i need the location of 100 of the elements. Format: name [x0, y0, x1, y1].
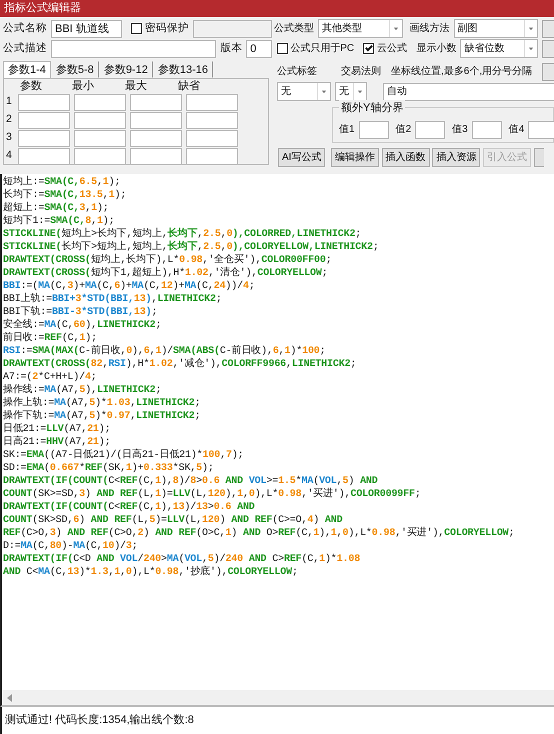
code-line: BBI下轨:=BBI-3*STD(BBI,13);: [3, 306, 158, 318]
description-field[interactable]: [51, 40, 216, 58]
row-number: 1: [6, 94, 13, 110]
param-input[interactable]: [130, 130, 182, 146]
param-input[interactable]: [186, 94, 238, 110]
param-input[interactable]: [74, 94, 126, 110]
code-line: BBI:=(MA(C,3)+MA(C,6)+MA(C,12)+MA(C,24))/4;: [3, 280, 255, 292]
param-input[interactable]: [130, 148, 182, 164]
checkbox-label: 云公式: [377, 42, 408, 56]
value-field[interactable]: [472, 120, 502, 138]
checkbox[interactable]: [363, 43, 374, 54]
side-button[interactable]: [542, 20, 554, 38]
code-line: DRAWTEXT(IF(COUNT(C<REF(C,1),13)/13>0.6 AND: [3, 501, 255, 514]
param-input[interactable]: [186, 112, 238, 128]
code-line: SK:=EMA((A7-日低21)/(日高21-日低21)*100,7);: [3, 449, 244, 462]
side-button[interactable]: [542, 40, 554, 58]
code-line: SD:=EMA(0.667*REF(SK,1)+0.333*SK,5);: [3, 462, 214, 475]
toolbar-button[interactable]: 编辑操作: [331, 148, 380, 167]
field-label: 交易法则: [341, 64, 382, 79]
column-header: 缺省: [178, 80, 200, 93]
param-input[interactable]: [74, 130, 126, 146]
field-label: 值3: [452, 123, 468, 137]
value-field[interactable]: [528, 120, 554, 138]
row-number: 3: [6, 130, 13, 146]
window-title: 指标公式编辑器: [0, 0, 554, 17]
code-line: RSI:=SMA(MAX(C-前日收,0),6,1)/SMA(ABS(C-前日收),6,1)*100;: [3, 345, 326, 358]
side-button[interactable]: [542, 62, 554, 80]
version-field[interactable]: 0: [246, 40, 272, 58]
code-line: 操作上轨:=MA(A7,5)*1.03,LINETHICK2;: [3, 397, 200, 410]
field-label: 公式描述: [3, 40, 47, 56]
column-header: 参数: [20, 80, 42, 93]
param-input[interactable]: [18, 148, 70, 164]
code-line: 日低21:=LLV(A7,21);: [3, 423, 110, 436]
field-label: 值2: [396, 123, 412, 137]
code-line: COUNT(SK>SD,6) AND REF(L,5)=LLV(L,120) AND REF(C>=O,4) AND: [3, 514, 342, 527]
field-label: 坐标线位置,最多6个,用分号分隔: [391, 64, 532, 79]
param-input[interactable]: [130, 94, 182, 110]
param-input[interactable]: [130, 112, 182, 128]
code-line: BBI上轨:=BBI+3*STD(BBI,13),LINETHICK2;: [3, 293, 222, 306]
value-field[interactable]: [415, 120, 446, 138]
checkbox[interactable]: [131, 23, 142, 34]
code-line: A7:=(2*C+H+L)/4;: [3, 371, 97, 384]
param-input[interactable]: [74, 148, 126, 164]
param-tab[interactable]: 参数1-4: [3, 61, 51, 78]
code-line: 短均下1:=SMA(C,8,1);: [3, 215, 114, 228]
param-input[interactable]: [18, 130, 70, 146]
field-label: 公式名称: [3, 20, 47, 36]
field-label: 版本: [220, 40, 242, 56]
toolbar-button[interactable]: [534, 148, 544, 167]
toolbar-button[interactable]: 插入函数: [382, 148, 430, 167]
toolbar-button[interactable]: 插入资源: [432, 148, 480, 167]
code-line: DRAWTEXT(CROSS(短均上,长均下),L*0.98,'全仓买'),COLOR00FF00;: [3, 254, 332, 266]
name-field[interactable]: BBI 轨道线: [51, 20, 122, 38]
column-header: 最大: [125, 80, 147, 93]
code-line: D:=MA(C,80)-MA(C,10)/3;: [3, 540, 138, 553]
axis-position-field[interactable]: 自动: [383, 82, 554, 100]
field-label: 公式类型: [274, 22, 314, 36]
status-text: 测试通过! 代码长度:1354,输出线个数:8: [0, 707, 554, 734]
code-line: DRAWTEXT(CROSS(短均下1,超短上),H*1.02,'清仓'),COLORYELLOW;: [3, 267, 328, 280]
code-line: DRAWTEXT(CROSS(82,RSI),H*1.02,'减仓'),COLORFF9966,LINETHICK2;: [3, 358, 356, 371]
param-input[interactable]: [186, 130, 238, 146]
code-line: DRAWTEXT(IF(C<D AND VOL/240>MA(VOL,5)/240 AND C>REF(C,1)*1.08: [3, 553, 360, 566]
type-select[interactable]: 其他类型: [318, 19, 403, 38]
code-line: 操作线:=MA(A7,5),LINETHICK2;: [3, 384, 162, 396]
trade-rule-select[interactable]: 无: [335, 82, 367, 101]
param-input[interactable]: [74, 112, 126, 128]
code-line: COUNT(SK>=SD,3) AND REF(L,1)=LLV(L,120),1,0),L*0.98,'买进'),COLOR0099FF;: [3, 488, 421, 501]
checkbox-label: 公式只用于PC: [290, 42, 354, 56]
toolbar-button[interactable]: AI写公式: [278, 148, 326, 167]
column-header: 最小: [72, 80, 94, 93]
field-label: 画线方法: [410, 22, 450, 36]
code-line: 超短上:=SMA(C,3,1);: [3, 202, 109, 215]
code-line: 前日收:=REF(C,1);: [3, 332, 97, 345]
value-field[interactable]: [358, 120, 389, 138]
code-line: STICKLINE(短均上>长均下,短均上,长均下,2.5,0),COLORRED,LINETHICK2;: [3, 228, 362, 240]
code-line: 操作下轨:=MA(A7,5)*0.97,LINETHICK2;: [3, 410, 200, 423]
row-number: 2: [6, 112, 13, 128]
scroll-left-icon[interactable]: [7, 694, 13, 702]
code-line: 长均下:=SMA(C,13.5,1);: [3, 189, 126, 202]
field-label: 值4: [508, 123, 524, 137]
checkbox[interactable]: [276, 43, 288, 54]
code-line: 日高21:=HHV(A7,21);: [3, 436, 110, 449]
field-label: 公式标签: [277, 64, 318, 79]
code-line: AND C<MA(C,13)*1.3,1,0),L*0.98,'抄底'),COLORYELLOW;: [3, 566, 298, 579]
draw-method-select[interactable]: 副图: [454, 19, 538, 38]
field-label: 显示小数: [416, 42, 456, 56]
code-line: REF(C>O,3) AND REF(C>O,2) AND REF(O>C,1) AND O>REF(C,1),1,0),L*0.98,'买进'),COLORYELLOW;: [3, 527, 514, 540]
checkbox-label: 密码保护: [145, 20, 190, 36]
param-input[interactable]: [186, 148, 238, 164]
horizontal-scrollbar[interactable]: [0, 690, 554, 707]
param-input[interactable]: [18, 94, 70, 110]
decimals-select[interactable]: 缺省位数: [460, 39, 538, 58]
code-line: 安全线:=MA(C,60),LINETHICK2;: [3, 319, 162, 332]
field-label: 值1: [339, 123, 355, 137]
code-line: DRAWTEXT(IF(COUNT(C<REF(C,1),8)/8>0.6 AND VOL>=1.5*MA(VOL,5) AND: [3, 475, 378, 488]
code-line: 短均上:=SMA(C,6.5,1);: [3, 176, 120, 188]
code-line: STICKLINE(长均下>短均上,短均上,长均下,2.5,0),COLORYELLOW,LINETHICK2;: [3, 241, 379, 254]
param-input[interactable]: [18, 112, 70, 128]
tag-select[interactable]: 无: [277, 82, 331, 101]
row-number: 4: [6, 148, 13, 164]
